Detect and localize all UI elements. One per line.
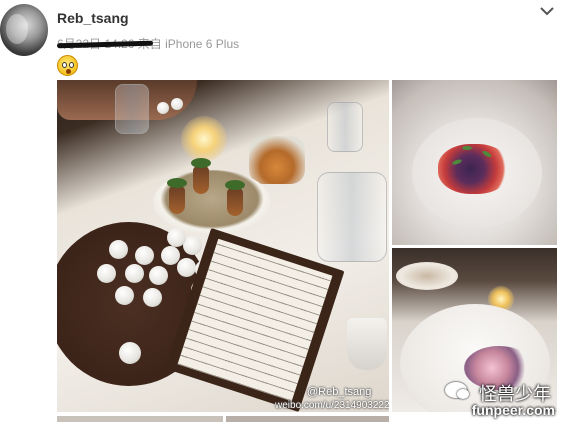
photo-plated-dish[interactable] (392, 80, 557, 245)
username[interactable]: Reb_tsang (57, 10, 129, 26)
avatar[interactable] (0, 4, 48, 56)
source-device: iPhone 6 Plus (165, 37, 240, 51)
next-row-photo (226, 416, 389, 422)
watermark-handle: @Reb_tsang (307, 386, 372, 398)
chevron-down-icon[interactable] (539, 4, 555, 18)
photo-table-scene[interactable]: @Reb_tsang weibo.com/u/2314903222 (57, 80, 389, 412)
watermark-url: weibo.com/u/2314903222 (275, 400, 389, 411)
brand-site: funpeer.com (471, 402, 555, 418)
wechat-icon (445, 382, 469, 399)
shocked-face-emoji-icon (57, 55, 78, 76)
next-row-photo (57, 416, 223, 422)
